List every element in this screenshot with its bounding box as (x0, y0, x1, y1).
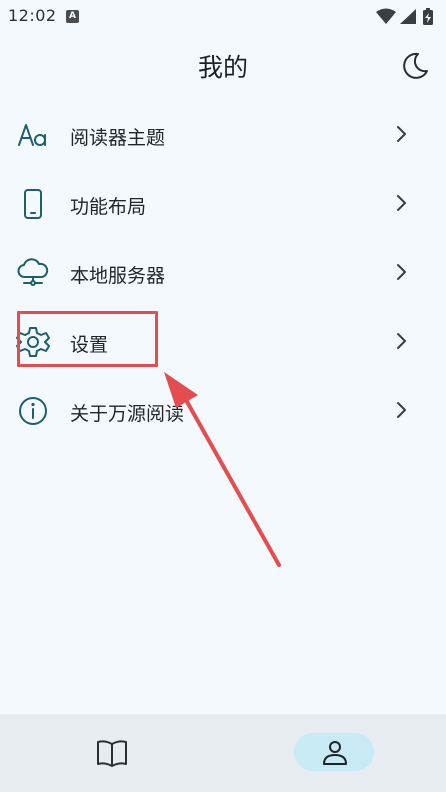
wifi-icon (376, 8, 396, 24)
status-bar: 12:02 A (0, 0, 446, 34)
chevron-right-icon (397, 195, 406, 211)
menu-item-label: 本地服务器 (70, 265, 166, 287)
cloud-server-icon (16, 256, 50, 290)
chevron-right-icon (397, 402, 406, 418)
chevron-right-icon (397, 126, 406, 142)
battery-icon (423, 8, 433, 25)
book-icon (97, 740, 127, 767)
person-icon (323, 741, 347, 765)
info-icon (16, 394, 50, 428)
nav-profile-button[interactable] (294, 733, 374, 771)
bottom-nav (0, 714, 446, 792)
signal-icon (400, 9, 416, 24)
theme-toggle-button[interactable] (398, 49, 432, 83)
nav-bookshelf-button[interactable] (94, 737, 130, 769)
menu-item-reader-theme[interactable]: 阅读器主题 (0, 100, 446, 169)
highlight-box (17, 311, 158, 367)
notification-a-icon: A (66, 10, 79, 23)
status-time: 12:02 (8, 6, 57, 25)
menu-item-layout[interactable]: 功能布局 (0, 169, 446, 238)
menu-item-label: 功能布局 (70, 196, 147, 218)
font-aa-icon (16, 118, 50, 152)
menu-item-local-server[interactable]: 本地服务器 (0, 238, 446, 307)
settings-menu: 阅读器主题 功能布局 本地服务器 设置 关于万源阅读 (0, 100, 446, 445)
status-indicators (374, 6, 438, 28)
moon-icon (403, 52, 428, 79)
phone-icon (16, 187, 50, 221)
chevron-right-icon (397, 333, 406, 349)
menu-item-about[interactable]: 关于万源阅读 (0, 376, 446, 445)
chevron-right-icon (397, 264, 406, 280)
page-title: 我的 (197, 53, 248, 82)
menu-item-label: 关于万源阅读 (70, 403, 185, 425)
menu-item-label: 阅读器主题 (70, 127, 166, 149)
